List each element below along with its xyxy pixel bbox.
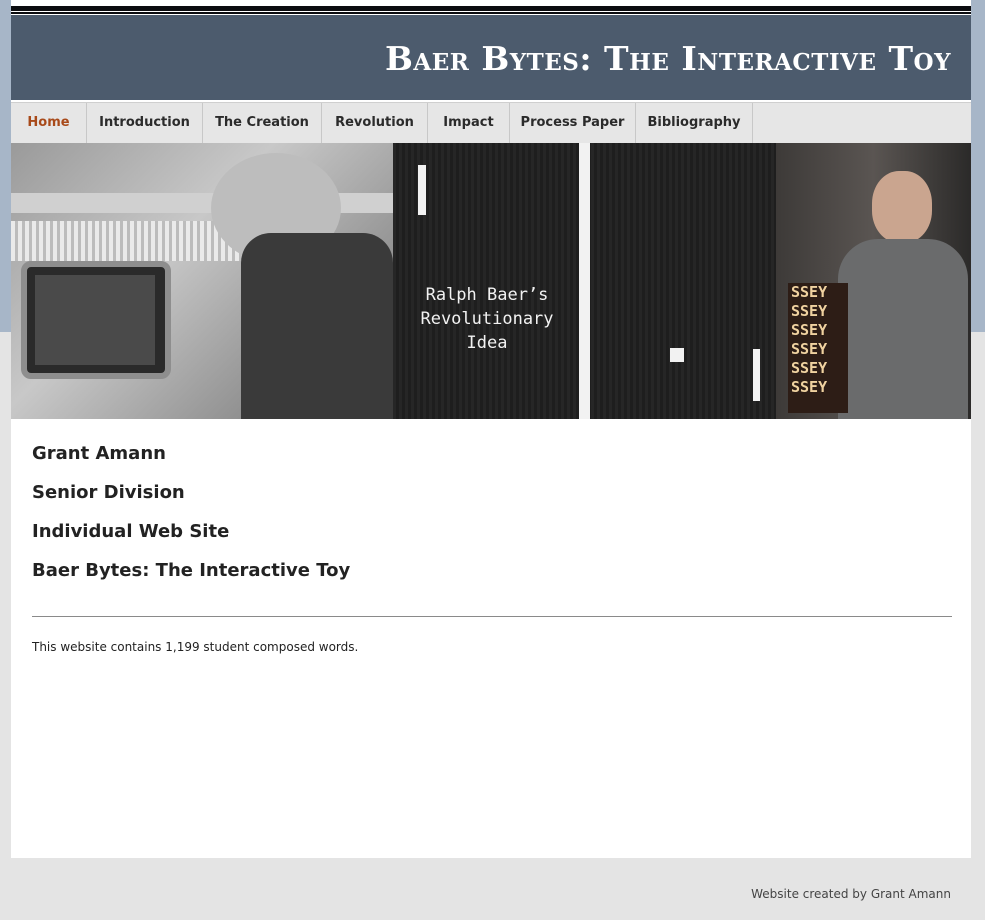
ralph-baer-odyssey-photo: SSEY SSEY SSEY SSEY SSEY SSEY <box>776 143 971 419</box>
television-monitor <box>21 261 171 379</box>
nav-item-revolution[interactable]: Revolution <box>322 103 428 143</box>
nav-item-impact[interactable]: Impact <box>428 103 510 143</box>
footer-credit: Website created by Grant Amann <box>751 887 951 901</box>
odyssey-text: SSEY <box>791 359 828 377</box>
top-bar-thin <box>11 12 971 14</box>
tv-screen <box>35 275 155 365</box>
odyssey-text: SSEY <box>791 302 828 320</box>
top-border-bars <box>11 6 971 15</box>
project-title-heading: Baer Bytes: The Interactive Toy <box>32 560 351 581</box>
portrait-jacket <box>838 239 968 419</box>
ralph-baer-vest <box>241 233 393 419</box>
hero-banner: Ralph Baer’s Revolutionary Idea SSEY SSE… <box>11 143 971 419</box>
nav-item-the-creation[interactable]: The Creation <box>203 103 322 143</box>
main-navigation: Home Introduction The Creation Revolutio… <box>11 102 971 143</box>
category-heading: Individual Web Site <box>32 521 230 542</box>
odyssey-text: SSEY <box>791 283 828 301</box>
nav-item-home[interactable]: Home <box>11 103 87 143</box>
content-divider <box>32 616 952 617</box>
top-bar-thick <box>11 6 971 11</box>
nav-item-process-paper[interactable]: Process Paper <box>510 103 636 143</box>
odyssey-box: SSEY SSEY SSEY SSEY SSEY SSEY <box>788 283 848 413</box>
odyssey-text: SSEY <box>791 378 828 396</box>
pong-graphic: Ralph Baer’s Revolutionary Idea <box>393 143 776 419</box>
right-paddle <box>753 349 760 401</box>
pong-ball <box>670 348 684 362</box>
division-heading: Senior Division <box>32 482 185 503</box>
portrait-head <box>872 171 932 243</box>
odyssey-text: SSEY <box>791 321 828 339</box>
author-name-heading: Grant Amann <box>32 443 166 464</box>
pong-net <box>579 143 590 419</box>
site-header: Baer Bytes: The Interactive Toy <box>11 15 971 100</box>
nav-item-bibliography[interactable]: Bibliography <box>636 103 753 143</box>
left-paddle <box>418 165 426 215</box>
ralph-baer-workbench-photo <box>11 143 393 419</box>
page-container: Baer Bytes: The Interactive Toy Home Int… <box>11 0 971 858</box>
odyssey-text: SSEY <box>791 340 828 358</box>
main-content: Grant Amann Senior Division Individual W… <box>32 440 952 596</box>
site-title[interactable]: Baer Bytes: The Interactive Toy <box>385 39 951 78</box>
word-count-text: This website contains 1,199 student comp… <box>32 640 359 654</box>
banner-caption: Ralph Baer’s Revolutionary Idea <box>420 285 554 353</box>
nav-item-introduction[interactable]: Introduction <box>87 103 203 143</box>
